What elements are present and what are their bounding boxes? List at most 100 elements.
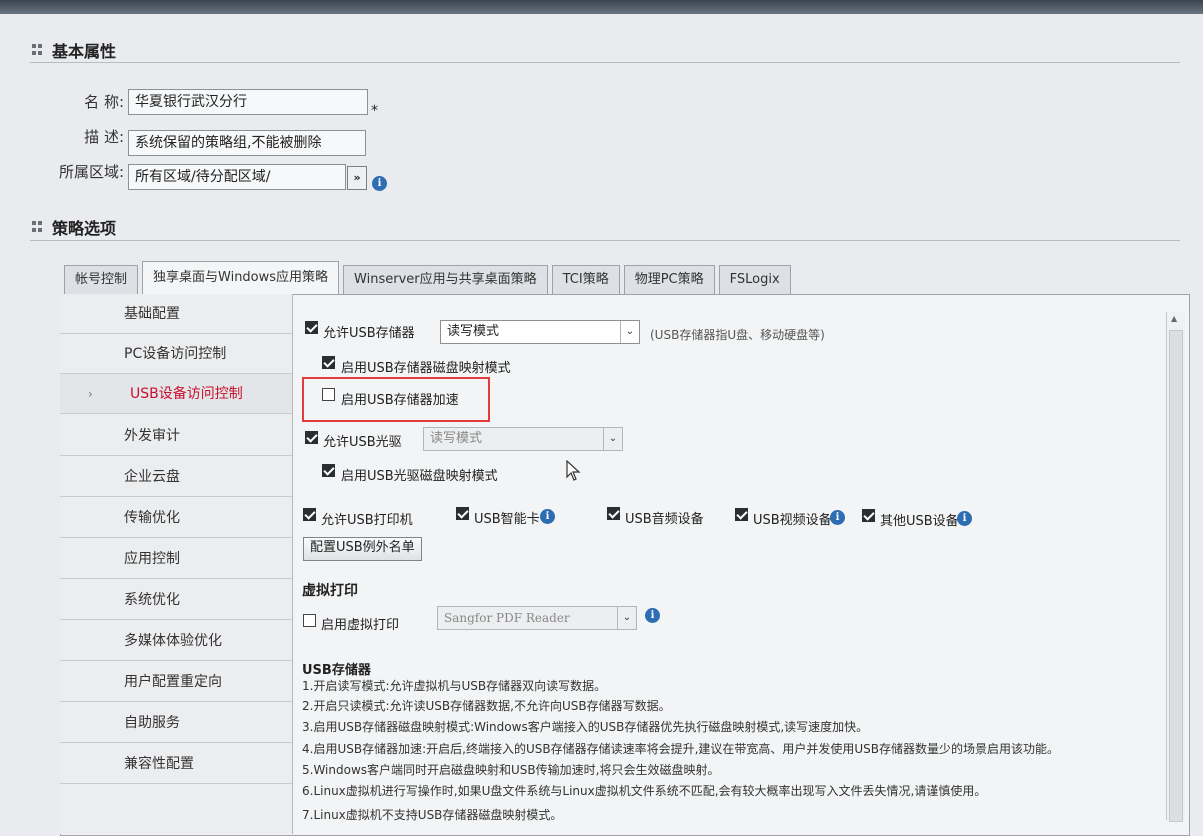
scroll-up-icon[interactable]: ▲ — [1171, 314, 1177, 323]
sidebar-item-label: 系统优化 — [124, 592, 180, 608]
usb-video-checkbox[interactable] — [735, 508, 748, 521]
sidebar-item-outbound-audit[interactable]: 外发审计 — [60, 416, 292, 456]
sidebar-item-profile-redirect[interactable]: 用户配置重定向 — [60, 662, 292, 702]
chevron-down-icon: ⌄ — [620, 321, 639, 343]
sidebar-item-basic-config[interactable]: 基础配置 — [60, 294, 292, 334]
sidebar-item-label: 基础配置 — [124, 306, 180, 322]
sidebar-item-label: USB设备访问控制 — [130, 386, 243, 402]
mouse-cursor-icon — [566, 460, 581, 481]
smartcard-info-icon[interactable]: i — [540, 509, 555, 524]
policy-section-title: 策略选项 — [52, 219, 117, 238]
allow-usb-storage-label: 允许USB存储器 — [323, 326, 415, 341]
usb-exception-list-button[interactable]: 配置USB例外名单 — [303, 537, 422, 561]
sidebar-item-label: 用户配置重定向 — [124, 674, 222, 690]
basic-section-title: 基本属性 — [52, 42, 117, 61]
usb-help-line: 6.Linux虚拟机进行写操作时,如果U盘文件系统与Linux虚拟机文件系统不匹… — [302, 784, 987, 798]
usb-help-title: USB存储器 — [302, 663, 371, 678]
tab-winserver[interactable]: Winserver应用与共享桌面策略 — [343, 265, 548, 294]
region-picker-button[interactable]: » — [347, 166, 367, 190]
usb-storage-accel-checkbox[interactable] — [322, 388, 335, 401]
policy-tabs: 帐号控制 独享桌面与Windows应用策略 Winserver应用与共享桌面策略… — [64, 261, 795, 294]
region-label: 所属区域: — [58, 163, 124, 181]
usb-help-line: 5.Windows客户端同时开启磁盘映射和USB传输加速时,将只会生效磁盘映射。 — [302, 763, 720, 777]
name-label: 名 称: — [84, 93, 124, 111]
usb-smartcard-checkbox[interactable] — [456, 507, 469, 520]
sidebar-item-label: 多媒体体验优化 — [124, 633, 222, 649]
tab-fslogix[interactable]: FSLogix — [718, 265, 791, 294]
name-field[interactable]: 华夏银行武汉分行 — [128, 89, 368, 115]
sidebar-item-transfer-optimization[interactable]: 传输优化 — [60, 498, 292, 538]
sidebar-item-label: 传输优化 — [124, 510, 180, 526]
sidebar-item-label: 兼容性配置 — [124, 756, 194, 772]
section-bullet-icon — [32, 44, 42, 56]
basic-section-divider — [30, 62, 1180, 63]
usb-cdrom-mode-value: 读写模式 — [430, 431, 483, 446]
sidebar-item-cloud-disk[interactable]: 企业云盘 — [60, 457, 292, 497]
sidebar-item-pc-device[interactable]: PC设备访问控制 — [60, 334, 292, 374]
virtual-print-title: 虚拟打印 — [302, 583, 358, 599]
allow-usb-printer-label: 允许USB打印机 — [321, 513, 413, 528]
usb-storage-mapping-checkbox[interactable] — [322, 356, 335, 369]
sidebar-item-label: 企业云盘 — [124, 469, 180, 485]
enable-virtual-print-label: 启用虚拟打印 — [321, 618, 400, 633]
virtual-printer-value: Sangfor PDF Reader — [444, 611, 570, 625]
usb-help-line: 4.启用USB存储器加速:开启后,终端接入的USB存储器存储读速率将会提升,建议… — [302, 742, 1060, 756]
usb-audio-checkbox[interactable] — [607, 507, 620, 520]
allow-usb-printer-checkbox[interactable] — [303, 508, 316, 521]
usb-help-line: 2.开启只读模式:允许读USB存储器数据,不允许向USB存储器写数据。 — [302, 699, 671, 713]
usb-cdrom-mode-select[interactable]: 读写模式 ⌄ — [423, 427, 623, 451]
chevron-down-icon: ⌄ — [617, 607, 636, 629]
usb-cdrom-mapping-label: 启用USB光驱磁盘映射模式 — [341, 469, 498, 484]
usb-video-label: USB视频设备 — [753, 513, 832, 528]
chevron-right-icon: › — [88, 387, 93, 401]
other-usb-info-icon[interactable]: i — [957, 511, 972, 526]
sidebar-item-compatibility[interactable]: 兼容性配置 — [60, 744, 292, 784]
usb-storage-accel-label: 启用USB存储器加速 — [341, 393, 459, 408]
tab-account-control[interactable]: 帐号控制 — [64, 265, 139, 294]
sidebar-item-multimedia[interactable]: 多媒体体验优化 — [60, 621, 292, 661]
policy-sidebar: 基础配置 PC设备访问控制 › USB设备访问控制 外发审计 企业云盘 传输优化 … — [60, 294, 293, 834]
usb-storage-mode-select[interactable]: 读写模式 ⌄ — [440, 320, 640, 344]
description-field[interactable]: 系统保留的策略组,不能被删除 — [128, 130, 366, 156]
usb-storage-mapping-label: 启用USB存储器磁盘映射模式 — [341, 361, 511, 376]
usb-help-line: 1.开启读写模式:允许虚拟机与USB存储器双向读写数据。 — [302, 679, 607, 693]
top-bar — [0, 0, 1203, 14]
sidebar-item-system-optimization[interactable]: 系统优化 — [60, 580, 292, 620]
required-mark: * — [371, 103, 378, 119]
enable-virtual-print-checkbox[interactable] — [303, 614, 316, 627]
tab-tci[interactable]: TCI策略 — [551, 265, 620, 294]
usb-other-checkbox[interactable] — [862, 509, 875, 522]
usb-audio-label: USB音频设备 — [625, 512, 704, 527]
usb-other-label: 其他USB设备 — [880, 514, 959, 529]
basic-section-header: 基本属性 — [32, 38, 116, 62]
sidebar-item-app-control[interactable]: 应用控制 — [60, 539, 292, 579]
tab-physical-pc[interactable]: 物理PC策略 — [623, 265, 715, 294]
policy-section-divider — [30, 240, 1180, 241]
sidebar-item-self-service[interactable]: 自助服务 — [60, 703, 292, 743]
region-field[interactable]: 所有区域/待分配区域/ — [128, 164, 346, 190]
usb-help-line: 7.Linux虚拟机不支持USB存储器磁盘映射模式。 — [302, 808, 563, 822]
chevron-down-icon: ⌄ — [603, 428, 622, 450]
virtual-printer-select[interactable]: Sangfor PDF Reader ⌄ — [437, 606, 637, 630]
usb-storage-hint: (USB存储器指U盘、移动硬盘等) — [650, 328, 825, 342]
allow-usb-cdrom-checkbox[interactable] — [305, 431, 318, 444]
usb-smartcard-label: USB智能卡 — [474, 512, 540, 527]
allow-usb-storage-checkbox[interactable] — [305, 321, 318, 334]
usb-help-line: 3.启用USB存储器磁盘映射模式:Windows客户端接入的USB存储器优先执行… — [302, 720, 869, 734]
region-info-icon[interactable]: i — [372, 176, 387, 191]
scrollbar-thumb[interactable] — [1169, 330, 1183, 822]
sidebar-item-label: 外发审计 — [124, 428, 180, 444]
allow-usb-cdrom-label: 允许USB光驱 — [323, 435, 402, 450]
video-info-icon[interactable]: i — [830, 510, 845, 525]
virtual-print-info-icon[interactable]: i — [645, 608, 660, 623]
sidebar-item-label: PC设备访问控制 — [124, 346, 227, 362]
usb-storage-mode-value: 读写模式 — [447, 324, 500, 339]
sidebar-item-usb-device[interactable]: › USB设备访问控制 — [60, 374, 292, 414]
content-scrollbar[interactable]: ▲ — [1166, 312, 1185, 822]
policy-section-header: 策略选项 — [32, 215, 116, 239]
description-label: 描 述: — [84, 128, 124, 146]
usb-cdrom-mapping-checkbox[interactable] — [322, 464, 335, 477]
sidebar-item-label: 自助服务 — [124, 715, 180, 731]
tab-desktop-windows[interactable]: 独享桌面与Windows应用策略 — [142, 261, 340, 294]
sidebar-item-label: 应用控制 — [124, 551, 180, 567]
